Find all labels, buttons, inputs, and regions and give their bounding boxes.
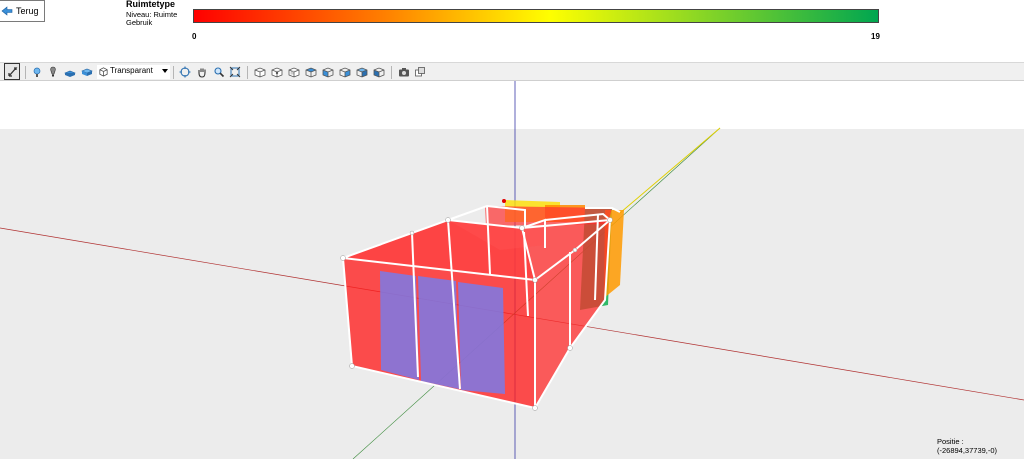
color-scale-bar [193, 9, 879, 23]
cursor-position-readout: Positie : (-26894,37739,-0) [937, 437, 998, 455]
dropdown-arrow-icon [162, 69, 168, 73]
pan-button[interactable] [195, 65, 209, 79]
view-top-button[interactable] [253, 65, 267, 79]
zoom-extents-button[interactable] [228, 65, 242, 79]
toolbar-separator [173, 66, 174, 79]
view-right-button[interactable] [338, 65, 352, 79]
display-mode-select[interactable]: Transparant [97, 65, 170, 79]
view-cube-icon [254, 67, 266, 78]
box-button[interactable] [80, 65, 94, 79]
zoom-button[interactable] [212, 65, 226, 79]
legend-header: Terug Ruimtetype Niveau: Ruimte Gebruik … [0, 0, 1024, 62]
toolbar-separator [247, 66, 248, 79]
view-cube-icon [356, 67, 368, 78]
view-cube-icon [373, 67, 385, 78]
window-1 [380, 271, 419, 380]
view-cube-icon [339, 67, 351, 78]
view-cube-icon [305, 67, 317, 78]
export-icon [415, 67, 425, 77]
view-cube-icon [322, 67, 334, 78]
view-iso2-button[interactable] [372, 65, 386, 79]
light-bulb-button[interactable] [46, 65, 60, 79]
toolbar-separator [391, 66, 392, 79]
export-button[interactable] [413, 65, 427, 79]
floor-button[interactable] [63, 65, 77, 79]
back-button[interactable]: Terug [0, 0, 45, 22]
zoom-extents-icon [229, 66, 241, 78]
floor-icon [64, 70, 76, 77]
scale-min-label: 0 [192, 32, 197, 41]
select-arrow-icon [8, 66, 18, 77]
scale-max-label: 19 [871, 32, 880, 41]
legend-use-label: Gebruik [126, 18, 153, 27]
display-mode-value: Transparant [110, 66, 153, 75]
view-iso-button[interactable] [355, 65, 369, 79]
zoom-icon [214, 67, 225, 78]
orbit-button[interactable] [178, 65, 192, 79]
origin-marker [502, 199, 506, 203]
window-3 [458, 282, 505, 394]
view-bottom-button[interactable] [270, 65, 284, 79]
view-back-button[interactable] [304, 65, 318, 79]
toolbar-separator [25, 66, 26, 79]
light-icon [33, 67, 41, 77]
back-arrow-icon [1, 6, 13, 16]
screenshot-button[interactable] [397, 65, 411, 79]
view-front-button[interactable] [287, 65, 301, 79]
legend-title: Ruimtetype [126, 0, 176, 9]
view-cube-icon [288, 67, 300, 78]
3d-viewport[interactable] [0, 81, 1024, 459]
box-icon [81, 68, 93, 76]
transparent-cube-icon [99, 67, 108, 77]
camera-icon [399, 68, 409, 77]
pan-hand-icon [198, 68, 206, 78]
viewer-toolbar: Transparant [0, 62, 1024, 81]
light-bulb-icon [50, 66, 56, 77]
view-cube-icon [271, 67, 283, 78]
viewport-top-band [0, 81, 1024, 129]
back-button-label: Terug [16, 6, 39, 16]
select-tool-button[interactable] [4, 63, 20, 80]
light-button[interactable] [30, 65, 44, 79]
view-left-button[interactable] [321, 65, 335, 79]
orbit-icon [179, 66, 191, 78]
